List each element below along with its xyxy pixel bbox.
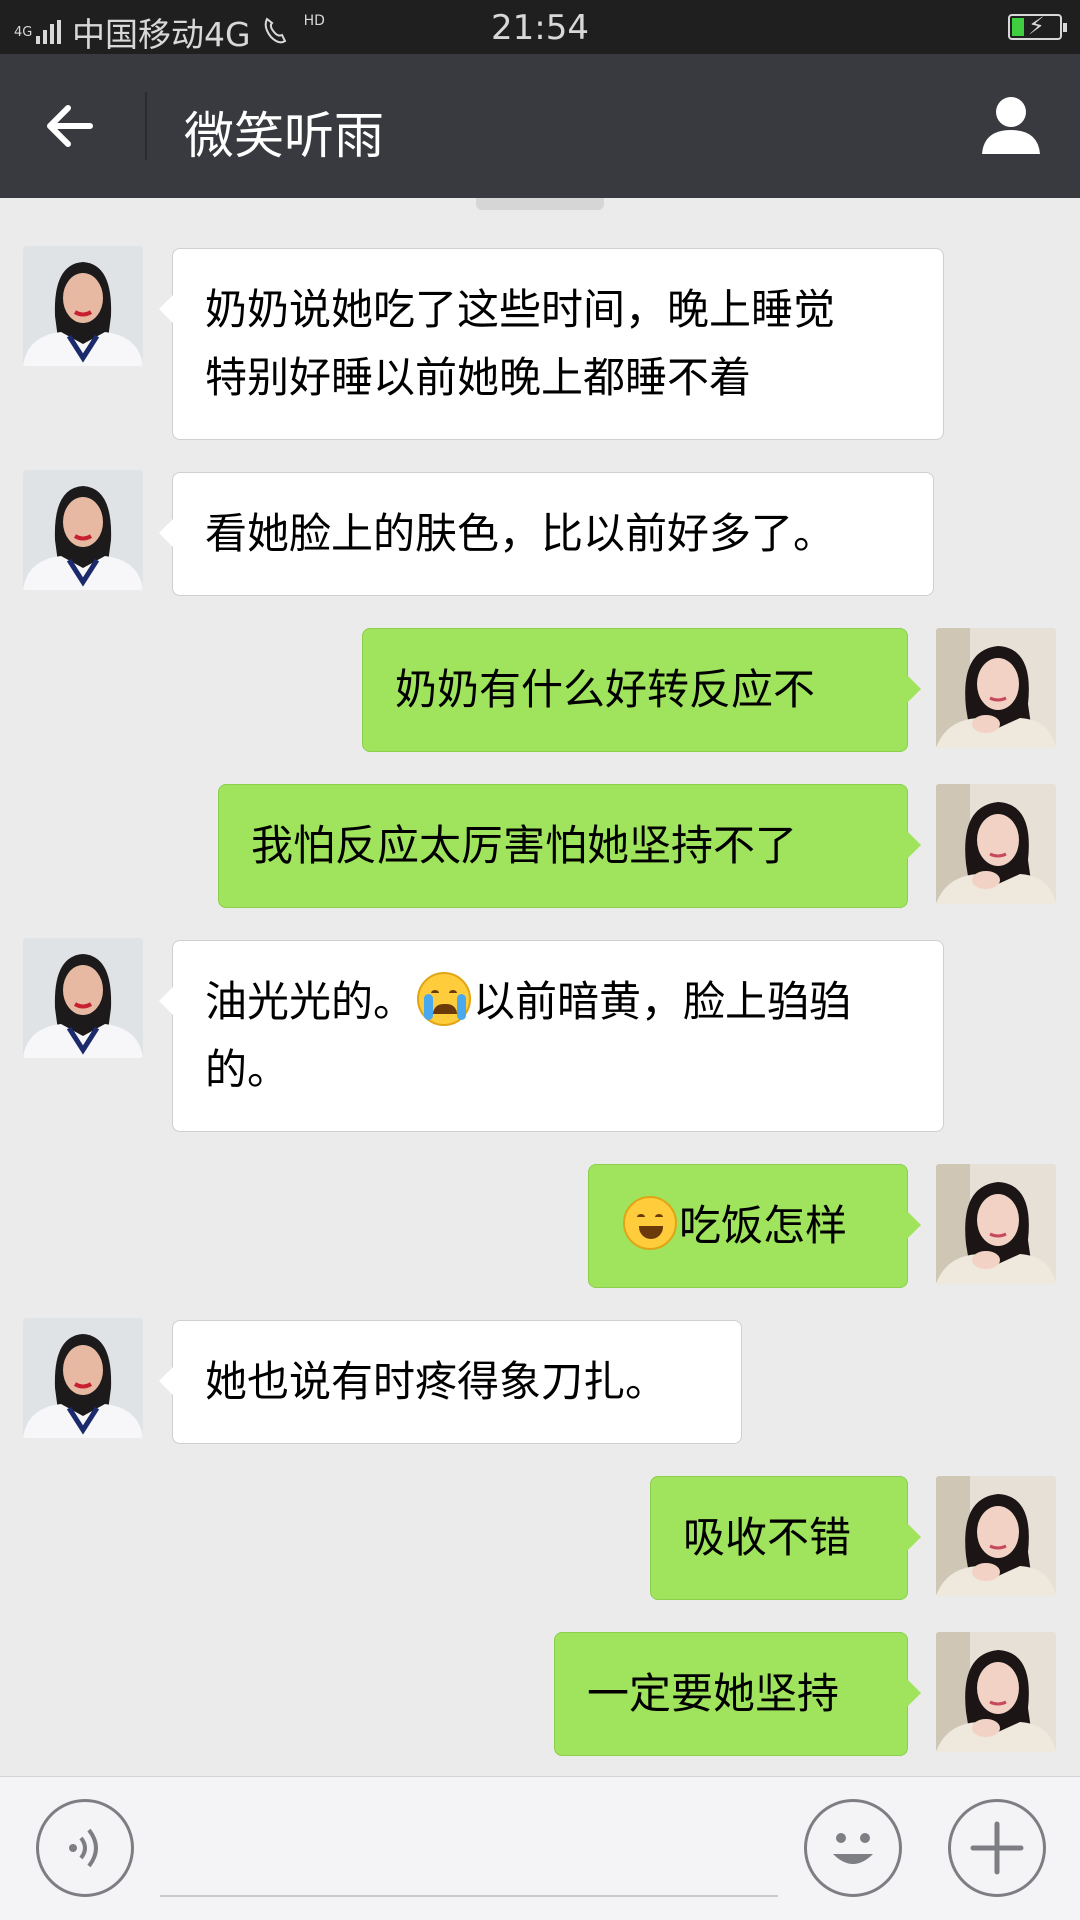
contact-avatar[interactable] — [23, 470, 143, 590]
message-text: 我怕反应太厉害怕她坚持不了 — [251, 821, 798, 870]
chat-info-button[interactable] — [978, 92, 1044, 158]
message-bubble-outgoing[interactable]: 我怕反应太厉害怕她坚持不了 — [218, 784, 921, 908]
chat-header: 微笑听雨 — [0, 54, 1080, 198]
status-bar: 4G 中国移动4G HD 21:54 ⚡ — [0, 0, 1080, 54]
message-bubble-outgoing[interactable]: 一定要她坚持 — [554, 1632, 921, 1756]
input-bar — [0, 1776, 1080, 1920]
status-time: 21:54 — [491, 8, 589, 48]
message-bubble-outgoing[interactable]: 吃饭怎样 — [588, 1164, 921, 1288]
header-divider — [145, 92, 147, 160]
my-avatar[interactable] — [936, 1476, 1056, 1596]
contact-avatar[interactable] — [23, 246, 143, 366]
message-text: 油光光的。 — [205, 977, 416, 1026]
my-avatar[interactable] — [936, 1164, 1056, 1284]
my-avatar[interactable] — [936, 628, 1056, 748]
message-list[interactable]: 奶奶说她吃了这些时间，晚上睡觉 特别好睡以前她晚上都睡不着 看她脸上的肤色，比以… — [0, 198, 1080, 1776]
person-icon — [982, 97, 1040, 154]
plus-icon — [970, 1821, 1024, 1875]
battery-charging-icon: ⚡ — [1008, 12, 1067, 40]
message-bubble-incoming[interactable]: 看她脸上的肤色，比以前好多了。 — [159, 472, 934, 596]
message-bubble-incoming[interactable]: 她也说有时疼得象刀扎。 — [159, 1320, 742, 1444]
message-text: 看她脸上的肤色，比以前好多了。 — [205, 509, 836, 558]
grinning-face-emoji — [623, 1196, 677, 1250]
message-input[interactable] — [160, 1801, 778, 1897]
my-avatar[interactable] — [936, 1632, 1056, 1752]
message-text: 吸收不错 — [683, 1513, 852, 1562]
message-bubble-incoming[interactable]: 油光光的。 以前暗黄，脸上驺驺 的。 — [159, 940, 944, 1132]
more-button[interactable] — [948, 1799, 1046, 1897]
message-bubble-outgoing[interactable]: 吸收不错 — [650, 1476, 921, 1600]
chat-title: 微笑听雨 — [184, 107, 384, 165]
loudly-crying-face-emoji — [417, 972, 472, 1026]
message-text: 她也说有时疼得象刀扎。 — [205, 1357, 668, 1406]
contact-avatar[interactable] — [23, 1318, 143, 1438]
my-avatar[interactable] — [936, 784, 1056, 904]
contact-avatar[interactable] — [23, 938, 143, 1058]
voice-button[interactable] — [36, 1799, 134, 1897]
message-text: 一定要她坚持 — [587, 1669, 840, 1718]
message-text: 奶奶说她吃了这些时间，晚上睡觉 特别好睡以前她晚上都睡不着 — [205, 285, 836, 402]
back-arrow-icon — [47, 105, 93, 147]
back-button[interactable] — [40, 96, 100, 156]
message-text: 奶奶有什么好转反应不 — [395, 665, 816, 714]
smiley-icon — [833, 1833, 873, 1864]
emoji-button[interactable] — [804, 1799, 902, 1897]
message-bubble-incoming[interactable]: 奶奶说她吃了这些时间，晚上睡觉 特别好睡以前她晚上都睡不着 — [159, 248, 944, 440]
voice-icon — [69, 1828, 98, 1868]
message-text: 吃饭怎样 — [679, 1201, 848, 1250]
message-bubble-outgoing[interactable]: 奶奶有什么好转反应不 — [362, 628, 921, 752]
